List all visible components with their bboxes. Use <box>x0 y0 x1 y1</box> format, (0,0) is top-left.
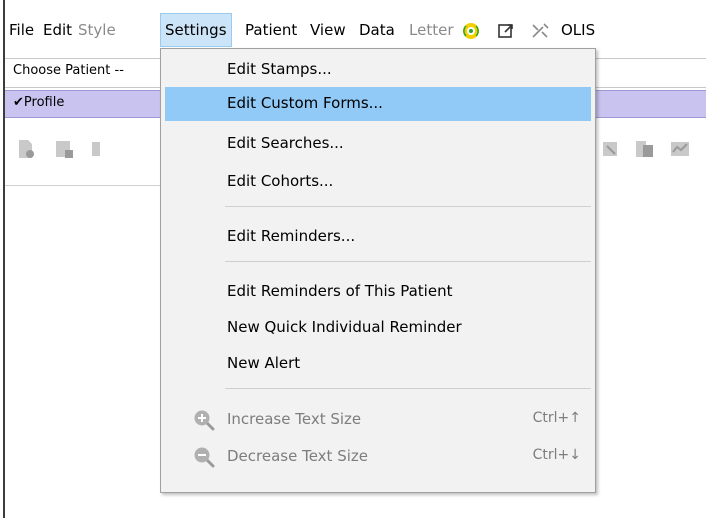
menu-item-label: Edit Cohorts... <box>227 172 334 190</box>
zoom-out-icon <box>194 447 215 468</box>
menu-item-label: New Quick Individual Reminder <box>227 318 462 336</box>
zoom-in-icon <box>194 410 215 431</box>
menu-item-label: Edit Searches... <box>227 134 344 152</box>
menu-edit[interactable]: Edit <box>41 13 74 47</box>
menu-file[interactable]: File <box>7 13 36 47</box>
menu-item-label: Increase Text Size <box>227 410 362 428</box>
menu-data[interactable]: Data <box>357 13 397 47</box>
menu-item-shortcut: Ctrl+↓ <box>532 447 581 463</box>
menu-item-shortcut: Ctrl+↑ <box>532 410 581 426</box>
menu-item-decrease-text-size[interactable]: Decrease Text Size Ctrl+↓ <box>165 440 591 474</box>
partial-toolbar-icon[interactable] <box>90 138 100 160</box>
menu-patient[interactable]: Patient <box>243 13 299 47</box>
new-document-icon[interactable] <box>15 138 37 160</box>
menu-item-increase-text-size[interactable]: Increase Text Size Ctrl+↑ <box>165 403 591 437</box>
menu-item-edit-cohorts[interactable]: Edit Cohorts... <box>165 165 591 199</box>
menu-style[interactable]: Style <box>76 13 118 47</box>
menu-item-edit-custom-forms[interactable]: Edit Custom Forms... <box>165 87 591 121</box>
menu-item-label: New Alert <box>227 354 301 372</box>
menu-item-edit-searches[interactable]: Edit Searches... <box>165 127 591 161</box>
lab-icon[interactable] <box>601 138 623 160</box>
document-list-icon[interactable] <box>634 138 656 160</box>
external-link-icon[interactable] <box>497 22 515 40</box>
profile-header-label: ✔︎Profile <box>13 95 65 110</box>
form-icon[interactable] <box>53 138 75 160</box>
menu-item-label: Edit Reminders... <box>227 227 356 245</box>
menu-separator <box>225 261 591 262</box>
patient-chooser-label: Choose Patient -- <box>13 63 124 78</box>
menu-settings[interactable]: Settings <box>160 13 232 47</box>
menu-item-new-alert[interactable]: New Alert <box>165 347 591 381</box>
menu-item-label: Decrease Text Size <box>227 447 368 465</box>
settings-dropdown-menu: Edit Stamps... Edit Custom Forms... Edit… <box>160 48 596 493</box>
menu-separator <box>225 388 591 389</box>
menu-item-new-quick-individual-reminder[interactable]: New Quick Individual Reminder <box>165 311 591 345</box>
satellite-icon[interactable] <box>530 22 550 40</box>
menu-separator <box>225 206 591 207</box>
menu-item-label: Edit Reminders of This Patient <box>227 282 453 300</box>
menu-item-label: Edit Stamps... <box>227 60 332 78</box>
menu-bar: File Edit Style Settings Patient View Da… <box>5 13 706 47</box>
menu-olis[interactable]: OLIS <box>559 13 597 47</box>
content-divider <box>5 185 165 186</box>
menu-letter[interactable]: Letter <box>407 13 455 47</box>
menu-item-edit-reminders[interactable]: Edit Reminders... <box>165 220 591 254</box>
menu-item-edit-reminders-of-this-patient[interactable]: Edit Reminders of This Patient <box>165 275 591 309</box>
menu-view[interactable]: View <box>308 13 348 47</box>
menu-item-edit-stamps[interactable]: Edit Stamps... <box>165 53 591 87</box>
chart-icon[interactable] <box>669 138 691 160</box>
signal-icon[interactable] <box>462 22 480 40</box>
menu-item-label: Edit Custom Forms... <box>227 94 383 112</box>
